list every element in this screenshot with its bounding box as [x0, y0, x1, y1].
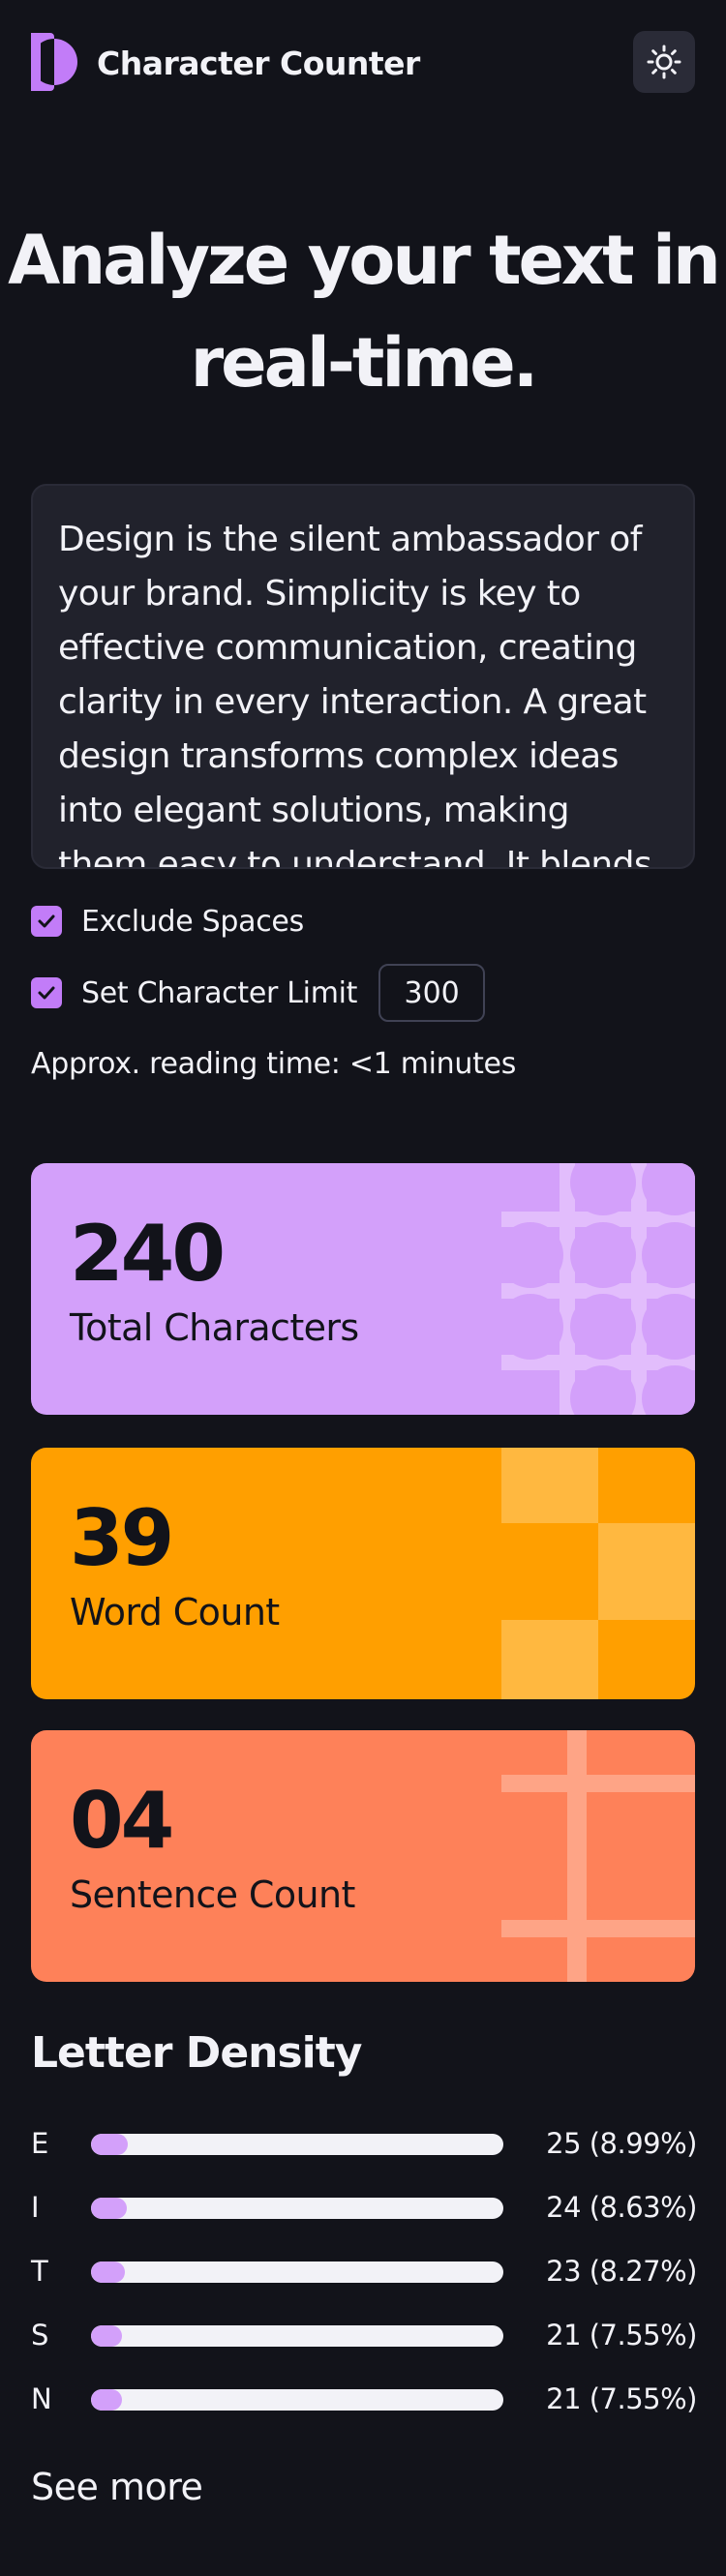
density-row: E 25 (8.99%)	[31, 2125, 697, 2164]
reading-time: Approx. reading time: <1 minutes	[31, 1047, 517, 1081]
density-row: S 21 (7.55%)	[31, 2317, 697, 2355]
word-count-card: 39 Word Count	[31, 1448, 695, 1699]
total-characters-card: 240 Total Characters	[31, 1163, 695, 1415]
half-circle-logo-icon[interactable]	[31, 33, 77, 91]
density-progress-fill	[91, 2134, 129, 2155]
sentence-count-label: Sentence Count	[70, 1873, 355, 1916]
density-stat: 21 (7.55%)	[546, 2319, 697, 2351]
density-stat: 24 (8.63%)	[546, 2191, 697, 2224]
hero-heading: Analyze your text in real-time.	[0, 209, 726, 414]
density-stat: 21 (7.55%)	[546, 2382, 697, 2415]
word-count-label: Word Count	[70, 1591, 280, 1633]
density-progress-track	[91, 2198, 503, 2219]
app-title: Character Counter	[97, 45, 420, 82]
app-header: Character Counter	[31, 31, 695, 93]
character-limit-option[interactable]: Set Character Limit 300	[31, 964, 486, 1022]
hero-line-2: real-time.	[190, 323, 539, 403]
letter-density-title: Letter Density	[31, 2028, 362, 2078]
text-input-value[interactable]: Design is the silent ambassador of your …	[58, 513, 668, 867]
density-row: T 23 (8.27%)	[31, 2253, 697, 2291]
exclude-spaces-checkbox[interactable]	[31, 906, 62, 937]
density-letter: S	[31, 2319, 49, 2351]
theme-toggle-button[interactable]	[633, 31, 695, 93]
character-limit-checkbox[interactable]	[31, 977, 62, 1008]
density-progress-track	[91, 2134, 503, 2155]
exclude-spaces-label: Exclude Spaces	[81, 904, 304, 939]
density-progress-track	[91, 2261, 503, 2283]
see-more-button[interactable]: See more	[31, 2466, 203, 2508]
character-limit-label: Set Character Limit	[81, 975, 358, 1010]
density-row: N 21 (7.55%)	[31, 2381, 697, 2419]
density-progress-fill	[91, 2198, 127, 2219]
density-row: I 24 (8.63%)	[31, 2189, 697, 2228]
exclude-spaces-option[interactable]: Exclude Spaces	[31, 902, 304, 941]
density-progress-track	[91, 2325, 503, 2347]
density-progress-fill	[91, 2325, 123, 2347]
circles-pattern-decoration	[501, 1163, 695, 1415]
text-input-area[interactable]: Design is the silent ambassador of your …	[31, 484, 695, 869]
sun-icon	[647, 45, 681, 79]
density-letter: I	[31, 2191, 40, 2224]
density-letter: E	[31, 2127, 49, 2160]
total-characters-label: Total Characters	[70, 1306, 359, 1349]
density-letter: N	[31, 2382, 52, 2415]
density-progress-track	[91, 2389, 503, 2411]
squares-pattern-decoration	[501, 1448, 695, 1699]
checkmark-icon	[38, 986, 55, 1000]
density-progress-fill	[91, 2261, 126, 2283]
checkmark-icon	[38, 914, 55, 928]
density-stat: 25 (8.99%)	[546, 2127, 697, 2160]
hero-line-1: Analyze your text in	[8, 221, 721, 300]
density-stat: 23 (8.27%)	[546, 2255, 697, 2288]
total-characters-value: 240	[70, 1209, 226, 1299]
word-count-value: 39	[70, 1493, 174, 1583]
rounded-grid-pattern-decoration	[501, 1730, 695, 1982]
density-letter: T	[31, 2255, 48, 2288]
sentence-count-value: 04	[70, 1776, 174, 1866]
character-limit-input[interactable]: 300	[378, 964, 486, 1022]
density-progress-fill	[91, 2389, 123, 2411]
sentence-count-card: 04 Sentence Count	[31, 1730, 695, 1982]
